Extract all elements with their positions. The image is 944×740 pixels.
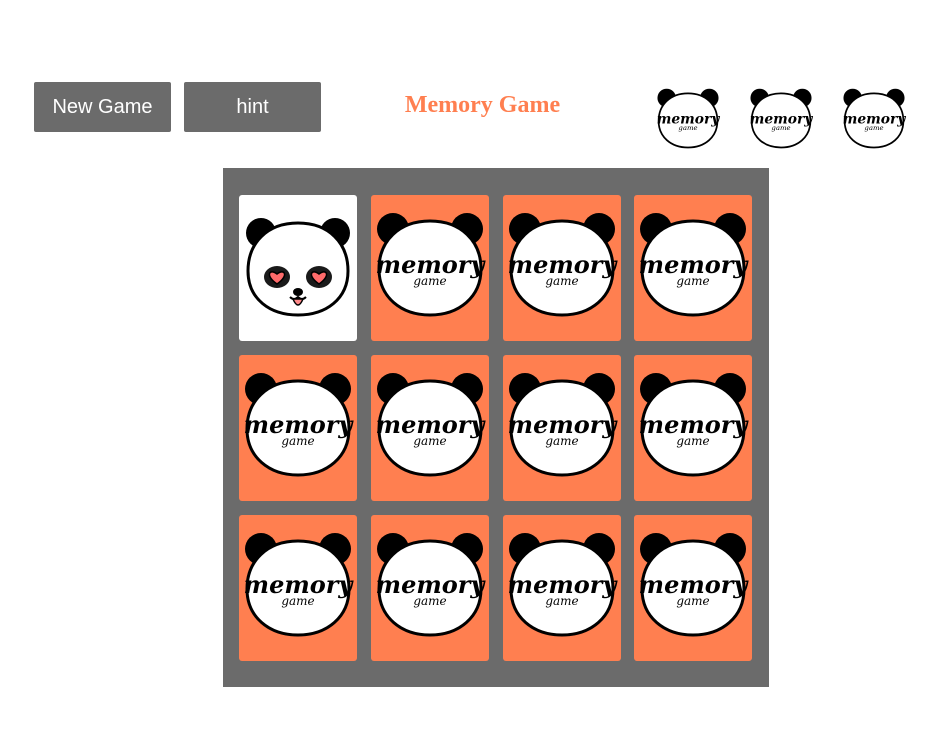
lives-indicator: memory game memory game memory game — [654, 88, 924, 154]
logo-subtext: game — [281, 434, 314, 448]
logo-subtext: game — [281, 594, 314, 608]
life-3: memory game — [840, 88, 908, 154]
panda-card-back-icon: memorygame — [639, 373, 749, 477]
logo-subtext: game — [676, 594, 709, 608]
card-face-down[interactable]: memory game — [371, 515, 489, 661]
panda-heart-eyes-icon — [246, 218, 350, 317]
card-face-down[interactable]: memory game — [239, 515, 357, 661]
card-face-down[interactable]: memory game — [634, 195, 752, 341]
logo-subtext: game — [545, 434, 578, 448]
page-title: Memory Game — [404, 92, 561, 118]
panda-card-back-icon: memorygame — [376, 533, 486, 637]
life-2: memory game — [747, 88, 815, 154]
logo-subtext: game — [413, 594, 446, 608]
logo-subtext: game — [545, 274, 578, 288]
logo-subtext: game — [413, 274, 446, 288]
logo-subtext: game — [545, 594, 578, 608]
logo-subtext: game — [676, 274, 709, 288]
panda-card-back-icon: memorygame — [508, 533, 618, 637]
logo-subtext: game — [771, 124, 790, 132]
panda-card-back-icon: memorygame — [508, 373, 618, 477]
card-face-down[interactable]: memory game — [371, 195, 489, 341]
card-face-up[interactable] — [239, 195, 357, 341]
panda-card-back-icon: memorygame — [244, 533, 354, 637]
panda-card-back-icon: memorygame — [244, 373, 354, 477]
game-board: memory game memory game memory game memory game… — [223, 168, 769, 687]
card-face-down[interactable]: memory game — [503, 515, 621, 661]
logo-subtext: game — [676, 434, 709, 448]
panda-life-icon: memorygame — [843, 88, 906, 149]
card-face-down[interactable]: memory game — [634, 515, 752, 661]
card-face-down[interactable]: memory game — [634, 355, 752, 501]
panda-card-back-icon: memorygame — [639, 213, 749, 317]
panda-life-icon: memorygame — [657, 88, 720, 149]
life-1: memory game — [654, 88, 722, 154]
panda-card-back-icon: memorygame — [508, 213, 618, 317]
panda-life-icon: memorygame — [750, 88, 813, 149]
card-face-down[interactable]: memory game — [371, 355, 489, 501]
new-game-button[interactable]: New Game — [34, 82, 171, 132]
card-face-down[interactable]: memory game — [239, 355, 357, 501]
panda-card-back-icon: memorygame — [376, 373, 486, 477]
logo-subtext: game — [413, 434, 446, 448]
logo-subtext: game — [864, 124, 883, 132]
panda-card-back-icon: memorygame — [639, 533, 749, 637]
hint-button[interactable]: hint — [184, 82, 321, 132]
panda-card-back-icon: memorygame — [376, 213, 486, 317]
logo-subtext: game — [678, 124, 697, 132]
card-face-down[interactable]: memory game — [503, 195, 621, 341]
card-face-down[interactable]: memory game — [503, 355, 621, 501]
